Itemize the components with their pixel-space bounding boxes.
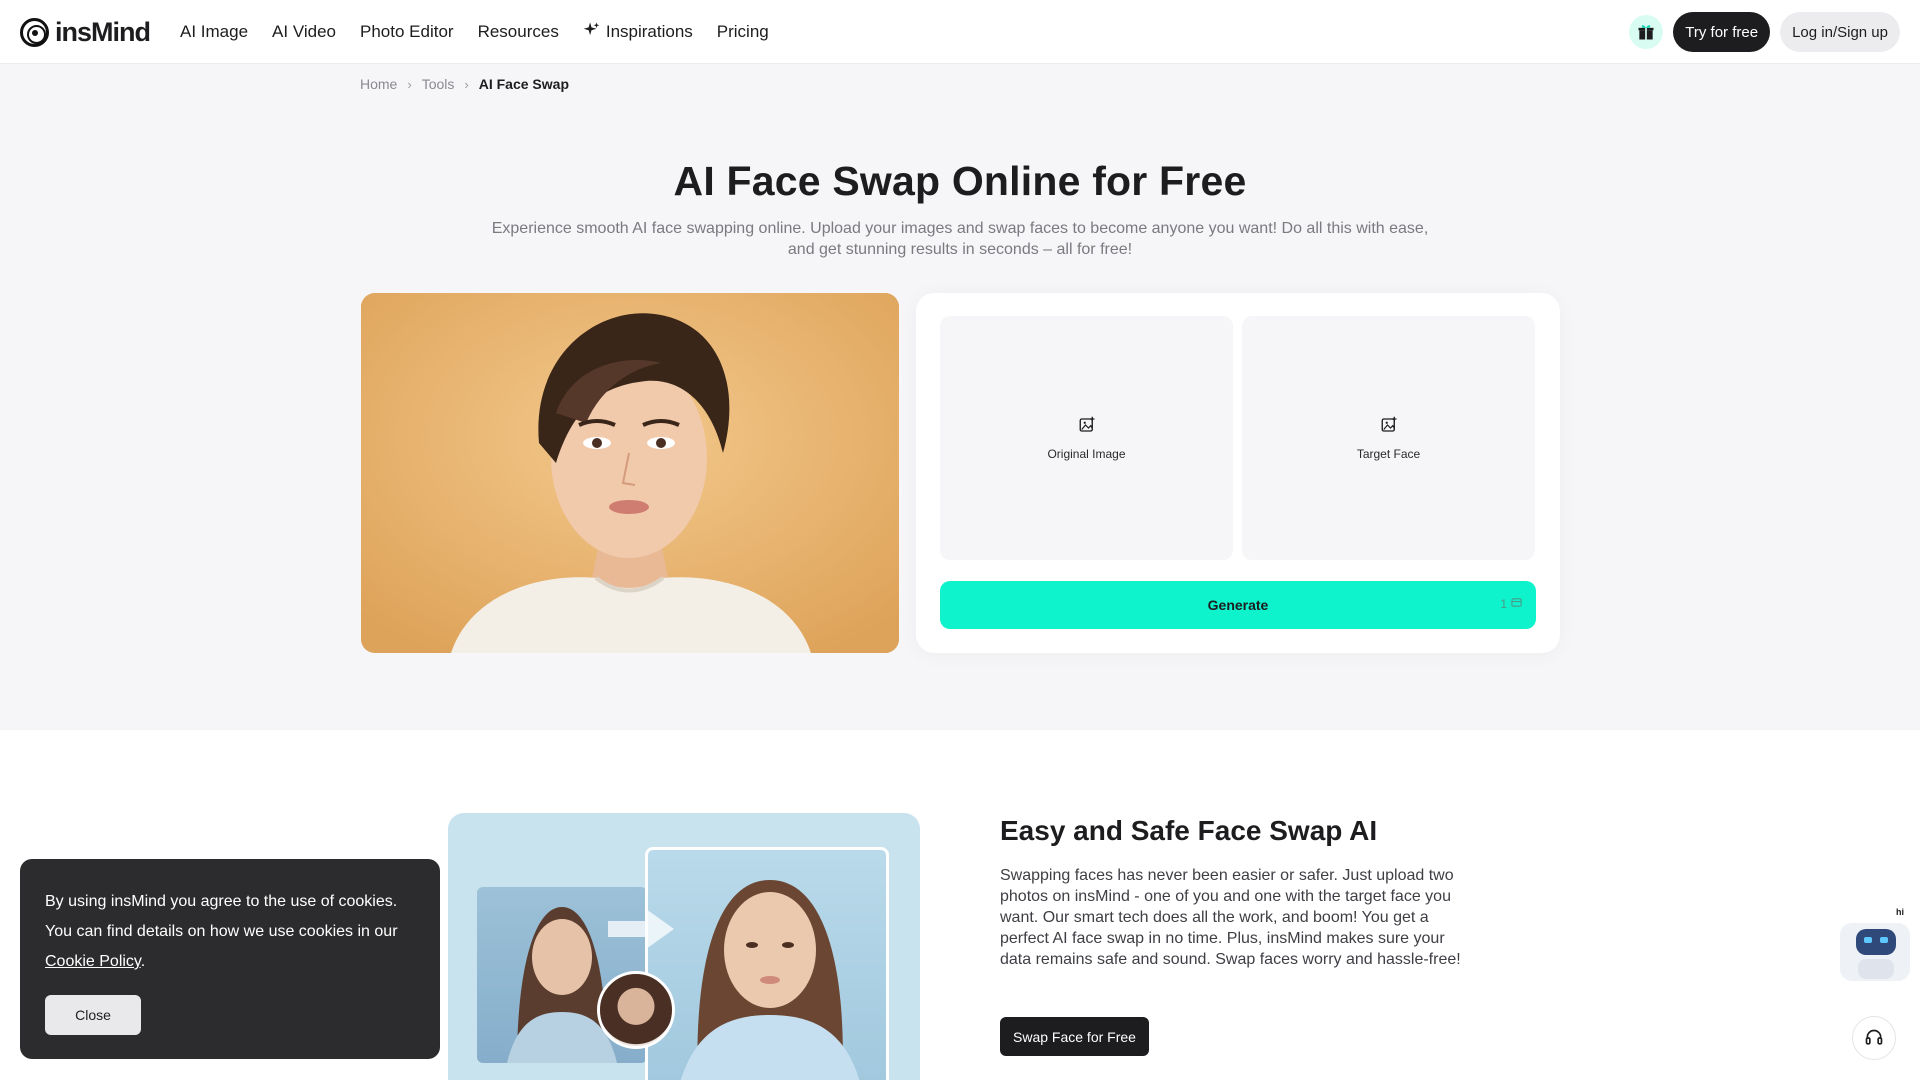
gift-icon[interactable] — [1629, 15, 1664, 49]
feature-title: Easy and Safe Face Swap AI — [1000, 815, 1378, 846]
nav-pricing[interactable]: Pricing — [717, 22, 769, 42]
breadcrumb-current: AI Face Swap — [478, 76, 569, 92]
cookie-banner: By using insMind you agree to the use of… — [20, 859, 440, 1059]
logo-text: insMind — [55, 17, 151, 47]
cookie-suffix: . — [140, 953, 146, 970]
cookie-policy-link[interactable]: Cookie Policy — [45, 953, 141, 970]
chevron-right-icon: › — [464, 76, 469, 92]
chevron-right-icon: › — [407, 76, 412, 92]
page-title: AI Face Swap Online for Free — [673, 158, 1247, 204]
nav-inspirations[interactable]: Inspirations — [583, 21, 693, 43]
try-for-free-button[interactable]: Try for free — [1673, 12, 1771, 52]
cookie-text: By using insMind you agree to the use of… — [45, 887, 415, 977]
demo-result-photo — [645, 847, 889, 1080]
assistant-robot-icon[interactable]: hi — [1838, 905, 1912, 985]
add-image-icon — [1380, 416, 1398, 439]
sparkle-icon — [583, 21, 600, 43]
hero-sample-image — [361, 293, 899, 653]
arrow-right-icon — [608, 905, 678, 953]
breadcrumb-home[interactable]: Home — [360, 76, 397, 92]
main-nav: AI Image AI Video Photo Editor Resources… — [180, 0, 769, 64]
original-image-label: Original Image — [1047, 446, 1126, 461]
robot-greeting: hi — [1896, 907, 1904, 917]
demo-target-face-thumbnail — [597, 971, 675, 1049]
cookie-close-button[interactable]: Close — [45, 995, 141, 1035]
target-face-label: Target Face — [1356, 446, 1421, 461]
nav-ai-image[interactable]: AI Image — [180, 22, 248, 42]
page-subtitle: Experience smooth AI face swapping onlin… — [491, 220, 1429, 258]
target-face-upload[interactable]: Target Face — [1242, 316, 1535, 560]
add-image-icon — [1078, 416, 1096, 439]
logo-icon — [20, 18, 49, 47]
nav-ai-video[interactable]: AI Video — [272, 22, 336, 42]
login-signup-button[interactable]: Log in/Sign up — [1780, 12, 1900, 52]
cookie-message: By using insMind you agree to the use of… — [45, 893, 398, 940]
credit-count: 1 — [1500, 597, 1507, 611]
header-actions: Try for free Log in/Sign up — [1629, 12, 1900, 52]
original-image-upload[interactable]: Original Image — [940, 316, 1233, 560]
credit-icon — [1511, 597, 1522, 611]
face-swap-demo-image — [448, 813, 920, 1080]
breadcrumb: Home › Tools › AI Face Swap — [360, 76, 569, 92]
breadcrumb-tools[interactable]: Tools — [422, 76, 455, 92]
generate-button[interactable]: Generate 1 — [940, 581, 1536, 629]
face-swap-tool-card: Original Image Target Face Generate 1 — [916, 293, 1560, 653]
top-header: insMind AI Image AI Video Photo Editor R… — [0, 0, 1920, 64]
logo[interactable]: insMind — [20, 17, 151, 48]
nav-photo-editor[interactable]: Photo Editor — [360, 22, 454, 42]
swap-face-button[interactable]: Swap Face for Free — [1000, 1017, 1149, 1056]
nav-inspirations-label: Inspirations — [605, 22, 693, 41]
nav-resources[interactable]: Resources — [478, 22, 559, 42]
credit-cost: 1 — [1500, 597, 1522, 611]
feature-description: Swapping faces has never been easier or … — [1000, 867, 1461, 968]
generate-label: Generate — [1207, 597, 1269, 613]
headset-support-icon[interactable] — [1852, 1016, 1896, 1060]
